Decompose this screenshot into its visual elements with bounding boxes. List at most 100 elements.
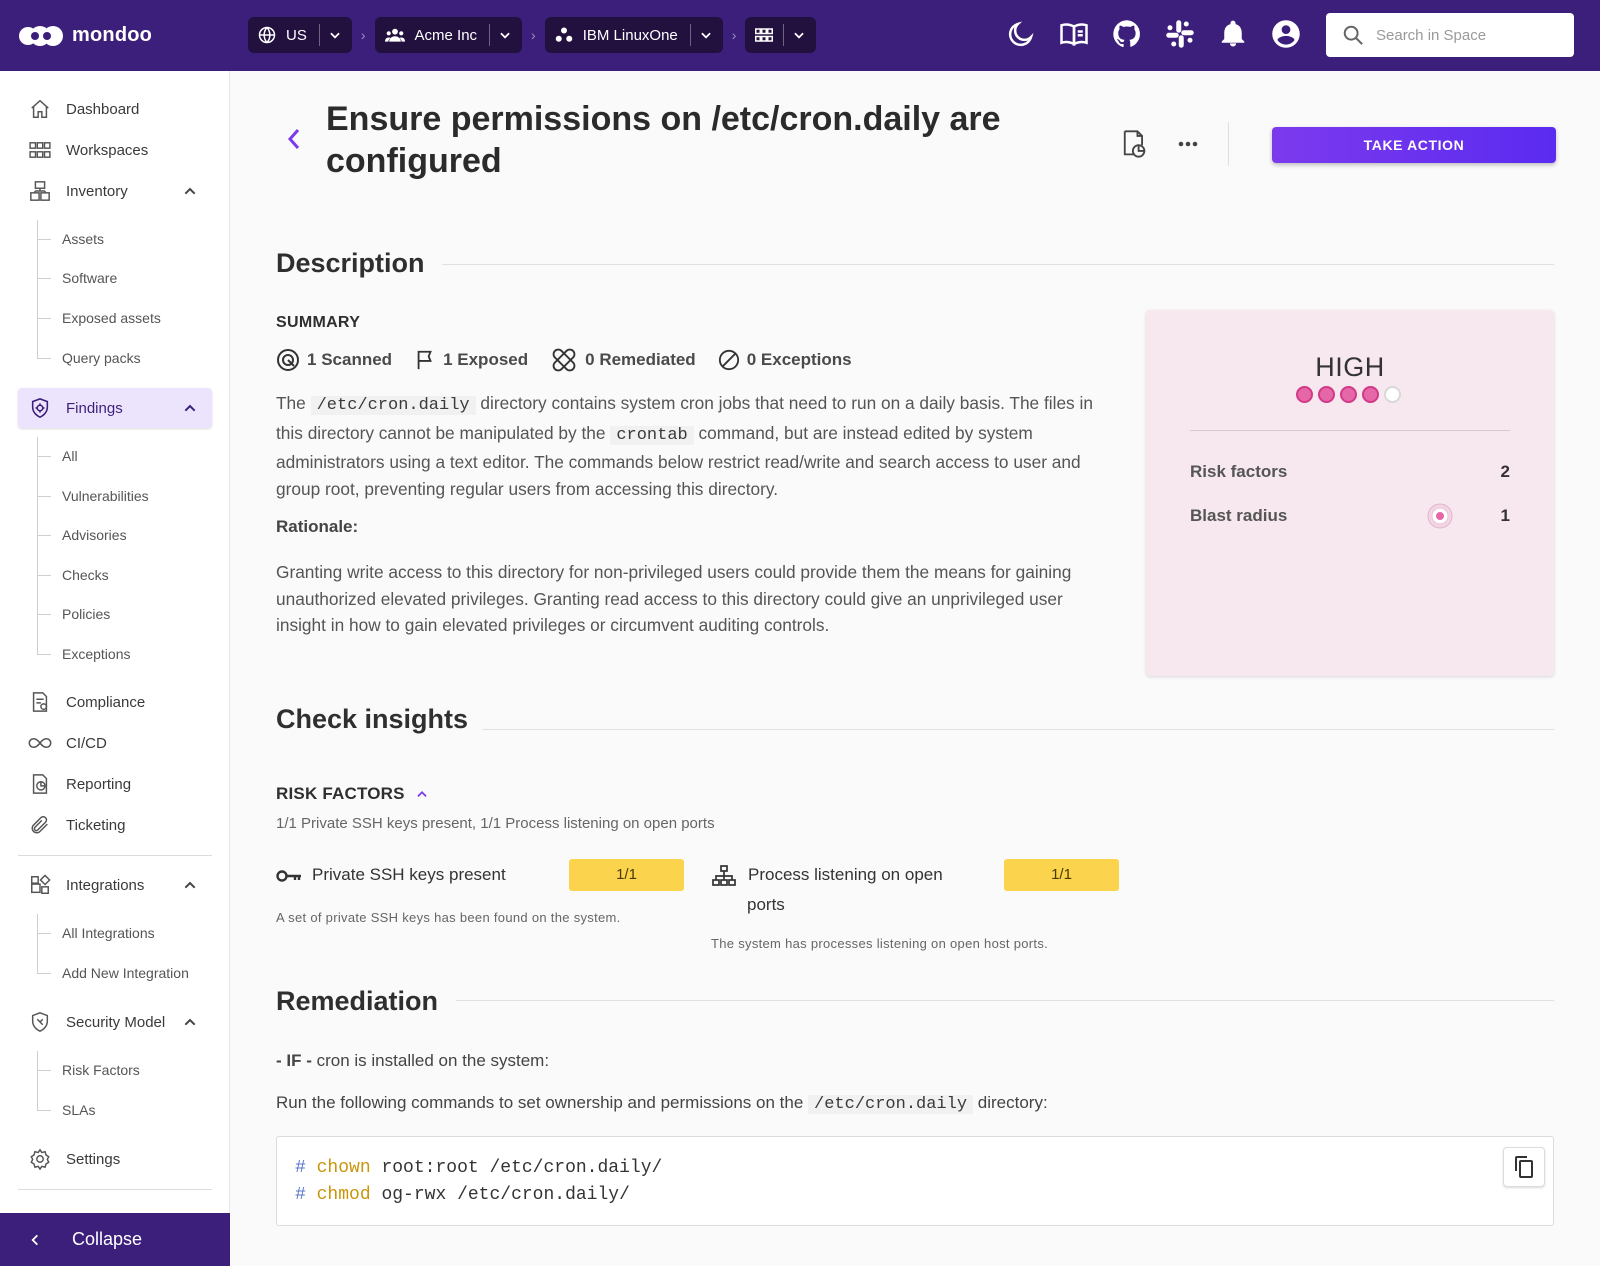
collapse-sidebar-button[interactable]: Collapse xyxy=(0,1213,230,1266)
organization-selector[interactable]: Acme Inc xyxy=(374,17,523,53)
sidebar-item-reporting[interactable]: Reporting xyxy=(18,764,212,804)
back-button[interactable] xyxy=(286,127,302,151)
sidebar-subitem-slas[interactable]: SLAs xyxy=(62,1102,95,1118)
chevron-up-icon[interactable] xyxy=(182,877,198,893)
summary-stats: 1 Scanned 1 Exposed 0 Remediated 0 Excep… xyxy=(276,346,874,374)
breadcrumb-separator: › xyxy=(360,27,366,43)
instruction-text-part: Run the following commands to set owners… xyxy=(276,1093,809,1112)
collapse-label: Collapse xyxy=(72,1229,143,1249)
integrations-icon xyxy=(28,874,52,896)
chevron-up-icon[interactable] xyxy=(182,183,198,199)
sidebar-subitem-add-new-integration[interactable]: Add New Integration xyxy=(62,965,189,981)
description-title: Description xyxy=(276,248,425,278)
search-icon xyxy=(1342,24,1364,46)
inline-code: /etc/cron.daily xyxy=(808,1095,974,1114)
sidebar-item-integrations[interactable]: Integrations xyxy=(18,865,212,905)
reporting-icon xyxy=(28,773,52,795)
mondoo-logo[interactable]: mondoo xyxy=(18,24,248,48)
sidebar-subitem-query-packs[interactable]: Query packs xyxy=(62,350,141,366)
github-icon[interactable] xyxy=(1112,19,1165,49)
sidebar-item-cicd[interactable]: CI/CD xyxy=(18,723,212,763)
chevron-down-icon[interactable] xyxy=(498,28,512,42)
code-prompt: # xyxy=(295,1185,306,1205)
summary-label: SUMMARY xyxy=(276,314,361,331)
copy-code-button[interactable] xyxy=(1503,1147,1545,1187)
docs-icon[interactable] xyxy=(1059,19,1112,49)
if-text: cron is installed on the system: xyxy=(311,1051,550,1070)
key-icon xyxy=(276,869,302,883)
risk-factors-row: Risk factors 2 xyxy=(1190,462,1510,482)
remediation-instruction: Run the following commands to set owners… xyxy=(276,1093,1048,1114)
blast-radius-value: 1 xyxy=(1500,506,1510,525)
risk-level-dots xyxy=(1296,386,1406,403)
code-prompt: # xyxy=(295,1158,306,1178)
remediated-count: 0 xyxy=(585,350,595,369)
search-box[interactable] xyxy=(1326,13,1574,57)
space-selector[interactable]: IBM LinuxOne xyxy=(544,17,723,53)
brand-name: mondoo xyxy=(72,24,153,46)
sidebar-subitem-checks[interactable]: Checks xyxy=(62,567,109,583)
chevron-left-icon xyxy=(28,1233,42,1247)
network-icon xyxy=(712,865,736,887)
sidebar-item-workspaces[interactable]: Workspaces xyxy=(18,130,212,170)
sidebar-subitem-vulnerabilities[interactable]: Vulnerabilities xyxy=(62,488,149,504)
risk-factor-description: The system has processes listening on op… xyxy=(711,936,1049,951)
stat-exposed: 1 Exposed xyxy=(414,349,528,371)
chevron-down-icon[interactable] xyxy=(328,28,342,42)
sidebar-subitem-exposed-assets[interactable]: Exposed assets xyxy=(62,310,161,326)
export-report-icon[interactable] xyxy=(1120,129,1148,159)
slack-icon[interactable] xyxy=(1165,19,1218,49)
inventory-icon xyxy=(28,180,52,202)
sidebar-item-compliance[interactable]: Compliance xyxy=(18,682,212,722)
sidebar-item-security-model[interactable]: Security Model xyxy=(18,1002,212,1042)
account-icon[interactable] xyxy=(1271,19,1324,49)
blast-radius-label: Blast radius xyxy=(1190,506,1288,525)
sidebar-subitem-advisories[interactable]: Advisories xyxy=(62,527,127,543)
code-line: # chmod og-rwx /etc/cron.daily/ xyxy=(295,1182,1553,1209)
sidebar-item-label: Inventory xyxy=(66,182,128,200)
risk-factors-value: 2 xyxy=(1500,462,1510,481)
sidebar-item-label: Ticketing xyxy=(66,816,126,834)
sidebar-subitem-policies[interactable]: Policies xyxy=(62,606,110,622)
sidebar-subitem-all[interactable]: All xyxy=(62,448,78,464)
take-action-button[interactable]: TAKE ACTION xyxy=(1272,127,1556,163)
risk-dot-filled xyxy=(1296,386,1313,403)
organization-icon xyxy=(384,27,405,43)
workspace-selector[interactable] xyxy=(745,17,817,53)
sidebar-subitem-software[interactable]: Software xyxy=(62,270,117,286)
risk-dot-empty xyxy=(1384,386,1401,403)
chevron-down-icon[interactable] xyxy=(792,28,806,42)
findings-shield-icon xyxy=(28,397,52,419)
sidebar-subitem-exceptions[interactable]: Exceptions xyxy=(62,646,130,662)
space-icon xyxy=(555,26,573,44)
sidebar-item-inventory[interactable]: Inventory xyxy=(18,171,212,211)
dark-mode-icon[interactable] xyxy=(1006,19,1059,49)
code-block[interactable]: # chown root:root /etc/cron.daily/ # chm… xyxy=(276,1136,1554,1226)
blast-radius-icon xyxy=(1426,502,1454,530)
sidebar-subitem-all-integrations[interactable]: All Integrations xyxy=(62,925,155,941)
search-input[interactable] xyxy=(1376,26,1566,44)
sidebar-item-findings[interactable]: Findings xyxy=(18,388,212,428)
sidebar-item-ticketing[interactable]: Ticketing xyxy=(18,805,212,845)
sidebar-subitem-assets[interactable]: Assets xyxy=(62,231,104,247)
code-args: og-rwx /etc/cron.daily/ xyxy=(381,1185,630,1205)
notifications-icon[interactable] xyxy=(1218,19,1271,49)
more-options-icon[interactable] xyxy=(1177,137,1199,151)
exceptions-label: Exceptions xyxy=(760,350,852,369)
region-selector[interactable]: US xyxy=(248,17,352,53)
chevron-left-icon xyxy=(286,127,302,151)
sidebar-item-settings[interactable]: Settings xyxy=(18,1139,212,1179)
chevron-up-icon[interactable] xyxy=(415,787,429,801)
chevron-down-icon[interactable] xyxy=(699,28,713,42)
risk-factor-label: Private SSH keys present xyxy=(312,865,506,884)
sidebar-item-label: Reporting xyxy=(66,775,132,793)
sidebar-subitem-risk-factors[interactable]: Risk Factors xyxy=(62,1062,140,1078)
chevron-up-icon[interactable] xyxy=(182,400,198,416)
description-text: The /etc/cron.daily directory contains s… xyxy=(276,390,1116,502)
chevron-up-icon[interactable] xyxy=(182,1014,198,1030)
risk-factors-header[interactable]: RISK FACTORS xyxy=(276,784,429,804)
organization-label: Acme Inc xyxy=(414,26,478,44)
sidebar-item-dashboard[interactable]: Dashboard xyxy=(18,89,212,129)
risk-factor-count-badge: 1/1 xyxy=(569,859,684,891)
blocked-icon xyxy=(718,349,747,371)
